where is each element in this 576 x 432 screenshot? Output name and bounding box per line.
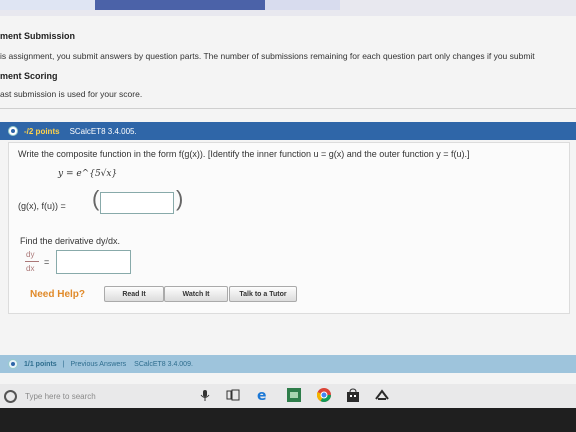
left-paren-glyph: ( (92, 186, 100, 211)
question-status-icon (8, 126, 18, 136)
question-id[interactable]: SCalcET8 3.4.005. (70, 127, 137, 136)
next-question-header: 1/1 points | Previous Answers SCalcET8 3… (0, 355, 576, 373)
header-separator: | (62, 360, 65, 368)
submission-text: is assignment, you submit answers by que… (0, 51, 535, 61)
task-view-icon[interactable] (226, 388, 240, 402)
taskbar-search[interactable]: Type here to search (4, 387, 194, 405)
question-prompt: Write the composite function in the form… (18, 149, 470, 159)
derivative-equals: = (44, 257, 50, 267)
right-paren-glyph: ) (176, 186, 184, 211)
derivative-denominator: dx (26, 264, 35, 273)
derivative-input[interactable] (56, 250, 131, 274)
pair-label: (g(x), f(u)) = (18, 201, 66, 211)
derivative-prompt: Find the derivative dy/dx. (20, 236, 121, 246)
submission-heading: ment Submission (0, 31, 76, 41)
svg-text:e: e (257, 388, 267, 402)
scoring-heading: ment Scoring (0, 71, 58, 81)
next-question-id[interactable]: SCalcET8 3.4.009. (134, 361, 193, 368)
top-tab-strip (0, 0, 576, 16)
browser-screen: ment Submission is assignment, you submi… (0, 0, 576, 390)
fraction-bar (25, 261, 39, 262)
watch-it-button[interactable]: Watch It (164, 286, 228, 302)
chrome-browser-icon[interactable] (317, 388, 331, 402)
equation: y = e^{5√x} (58, 169, 118, 179)
search-placeholder: Type here to search (25, 391, 96, 401)
store-icon[interactable] (346, 388, 360, 402)
question-header: -/2 points SCalcET8 3.4.005. (0, 122, 576, 140)
mail-icon[interactable] (375, 388, 389, 402)
microphone-icon[interactable] (198, 388, 212, 402)
derivative-numerator: dy (26, 250, 35, 259)
composite-pair-input[interactable] (100, 192, 174, 214)
cortana-icon (4, 389, 17, 403)
divider (0, 108, 576, 109)
photos-app-icon[interactable] (287, 388, 301, 402)
read-it-button[interactable]: Read It (104, 286, 164, 302)
need-help-label: Need Help? (30, 289, 86, 300)
previous-answers-link[interactable]: Previous Answers (71, 361, 127, 368)
scoring-text: ast submission is used for your score. (0, 89, 143, 99)
question-points: -/2 points (24, 126, 60, 136)
edge-browser-icon[interactable]: e (256, 388, 270, 402)
talk-to-tutor-button[interactable]: Talk to a Tutor (229, 286, 297, 302)
next-question-status-icon (8, 359, 18, 369)
next-question-points: 1/1 points (24, 360, 57, 368)
